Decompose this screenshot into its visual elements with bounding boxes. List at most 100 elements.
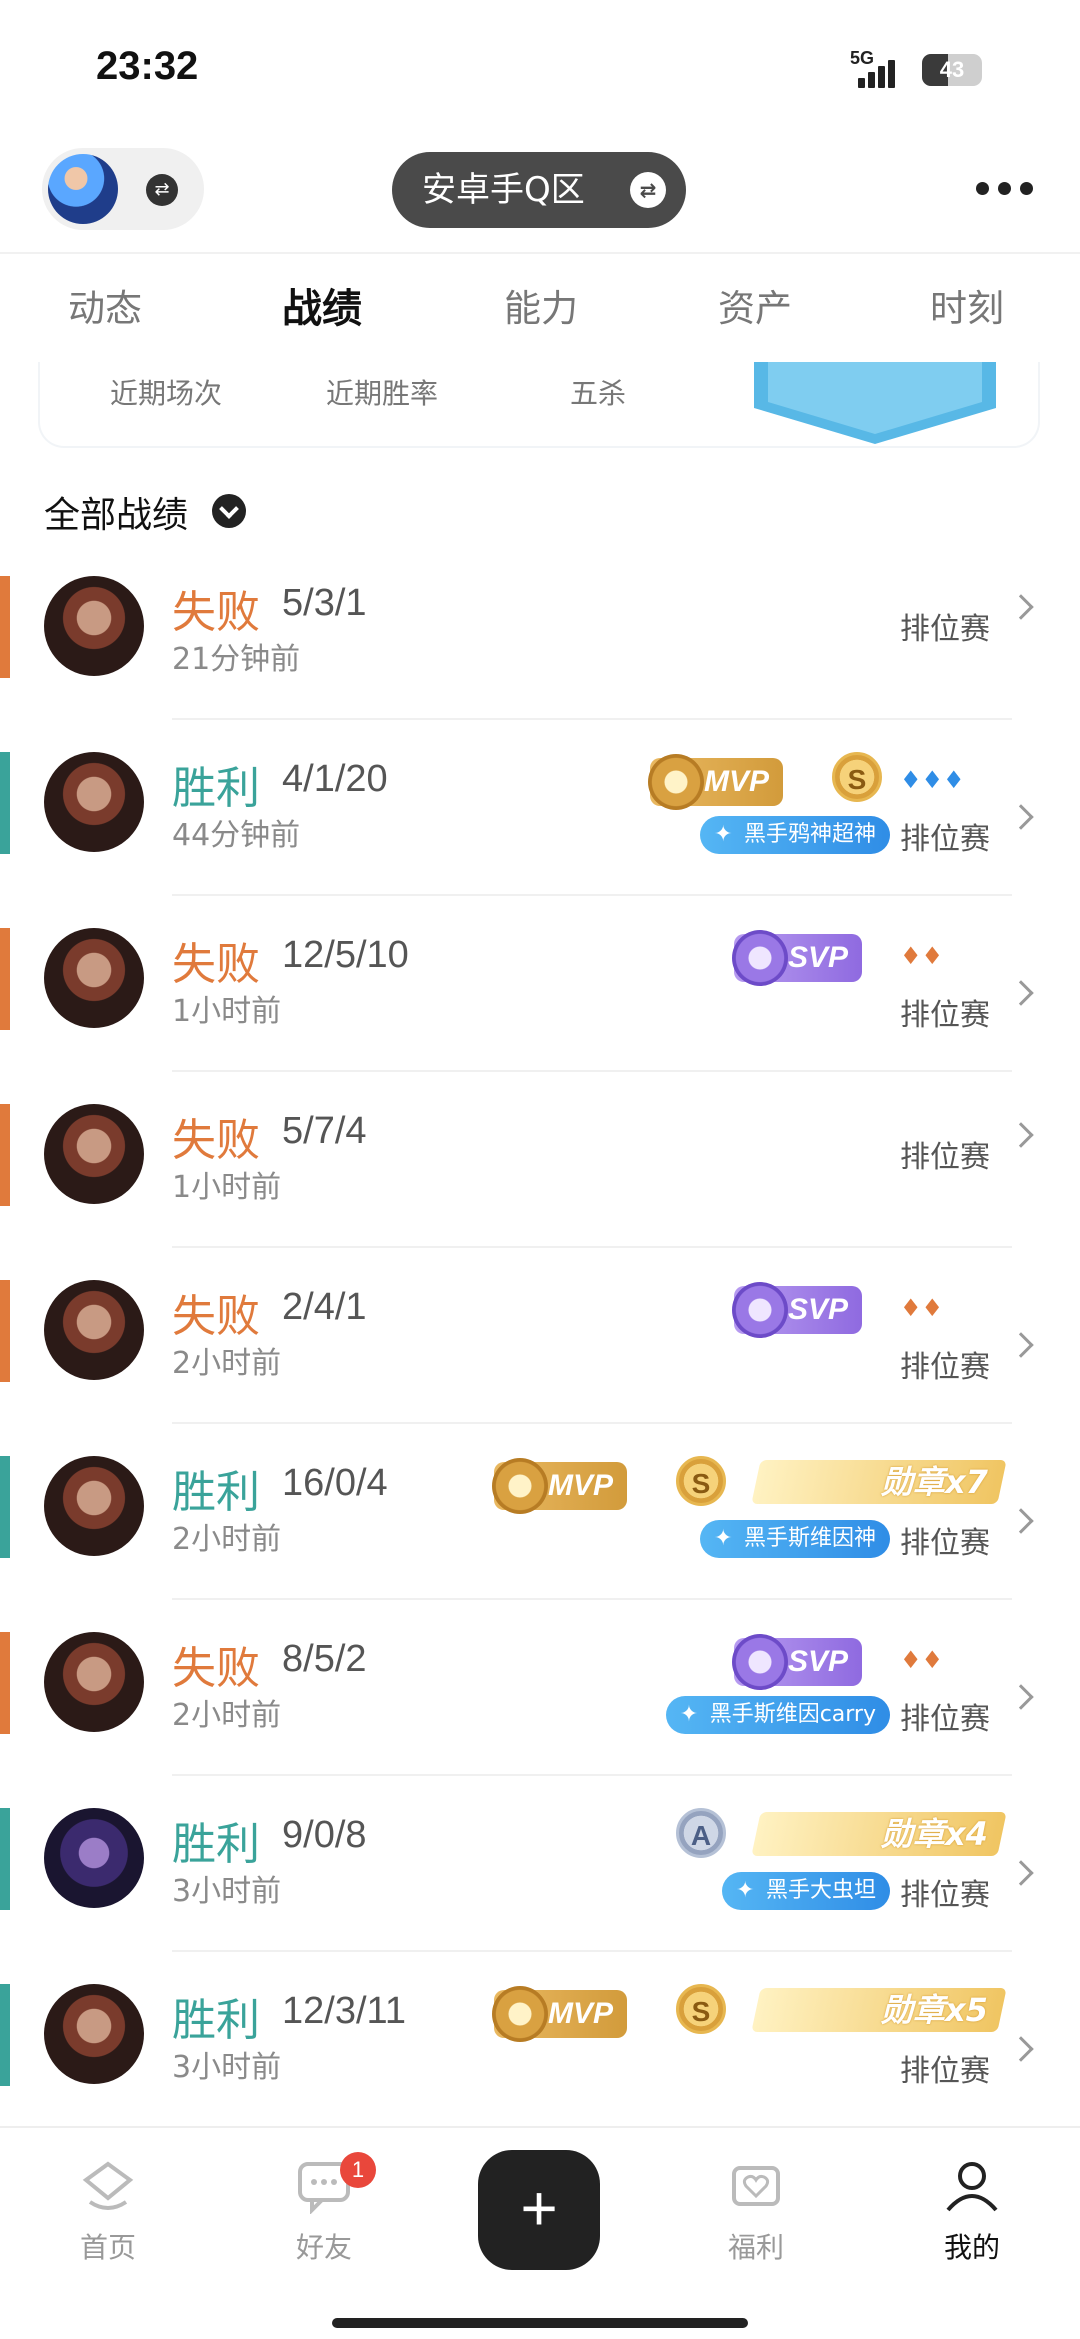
avatar[interactable]: [48, 154, 118, 224]
hero-title-tag[interactable]: ✦ 黑手鸦神超神: [699, 816, 890, 854]
chevron-right-icon: [1008, 804, 1034, 830]
bottom-nav: 首页 好友 1 + 福利 我的: [0, 2126, 1080, 2339]
row-divider: [172, 1774, 1012, 1776]
hero-avatar: [44, 576, 144, 676]
filter-label: 全部战绩: [44, 495, 189, 536]
match-row[interactable]: 失败 8/5/2 2小时前 排位赛 ♦♦ SVP ✦ 黑手斯维因carry: [0, 1632, 1080, 1808]
match-row[interactable]: 胜利 9/0/8 3小时前 排位赛 勋章x4 A ✦ 黑手大虫坦: [0, 1808, 1080, 1984]
achievement-icons: ♦♦♦: [900, 766, 965, 794]
nav-me[interactable]: 我的: [912, 2158, 1032, 2266]
medal-badge: 勋章x4: [751, 1812, 1007, 1856]
server-switcher[interactable]: 安卓手Q区 ⇄: [392, 152, 686, 228]
match-result: 失败: [172, 587, 260, 638]
tag-text: 黑手鸦神超神: [743, 822, 876, 847]
mvp-badge: MVP: [492, 1458, 628, 1514]
result-indicator: [0, 1280, 10, 1382]
more-icon[interactable]: [976, 182, 1036, 198]
match-result: 失败: [172, 1291, 260, 1342]
tab-ability[interactable]: 能力: [504, 278, 578, 332]
hero-avatar: [44, 1456, 144, 1556]
match-kda: 16/0/4: [282, 1462, 388, 1504]
tab-assets[interactable]: 资产: [718, 278, 792, 332]
chevron-right-icon: [1008, 1332, 1034, 1358]
server-label: 安卓手Q区: [422, 170, 585, 210]
match-result: 胜利: [172, 763, 260, 814]
tag-text: 黑手斯维因神: [743, 1526, 876, 1551]
chevron-right-icon: [1008, 980, 1034, 1006]
match-row[interactable]: 失败 12/5/10 1小时前 排位赛 ♦♦ SVP: [0, 928, 1080, 1104]
hero-avatar: [44, 1632, 144, 1732]
home-indicator: [332, 2318, 748, 2328]
sparkle-icon: ✦: [713, 1526, 733, 1551]
hero-avatar: [44, 1808, 144, 1908]
swap-icon: ⇄: [146, 174, 178, 206]
row-divider: [172, 1070, 1012, 1072]
chevron-right-icon: [1008, 1684, 1034, 1710]
achievement-icons: ♦♦: [900, 942, 944, 970]
rating-coin: A: [676, 1808, 726, 1858]
stat-label: 五杀: [570, 377, 627, 410]
match-result: 胜利: [172, 1819, 260, 1870]
hero-title-tag[interactable]: ✦ 黑手斯维因神: [699, 1520, 890, 1558]
nav-label: 我的: [943, 2231, 1000, 2264]
match-row[interactable]: 胜利 16/0/4 2小时前 排位赛 勋章x7 S MVP ✦ 黑手斯维因神: [0, 1456, 1080, 1632]
emblem-icon: [732, 1634, 788, 1690]
match-row[interactable]: 失败 2/4/1 2小时前 排位赛 ♦♦ SVP: [0, 1280, 1080, 1456]
chevron-down-icon: [212, 494, 246, 528]
nav-label: 首页: [79, 2231, 136, 2264]
match-row[interactable]: 失败 5/7/4 1小时前 排位赛: [0, 1104, 1080, 1280]
records-filter[interactable]: 全部战绩: [44, 486, 246, 536]
nav-home[interactable]: 首页: [48, 2158, 168, 2266]
result-indicator: [0, 1984, 10, 2086]
match-kda: 12/5/10: [282, 934, 409, 976]
badge-text: SVP: [788, 1645, 849, 1678]
tab-moments[interactable]: 时刻: [930, 278, 1004, 332]
medal-count: 勋章x5: [881, 1991, 988, 2029]
tab-records[interactable]: 战绩: [282, 276, 362, 334]
match-time: 2小时前: [172, 1698, 282, 1733]
hero-title-tag[interactable]: ✦ 黑手大虫坦: [721, 1872, 890, 1910]
emblem-icon: [492, 1458, 548, 1514]
match-kda: 8/5/2: [282, 1638, 367, 1680]
match-kda: 9/0/8: [282, 1814, 367, 1856]
nav-welfare[interactable]: 福利: [696, 2158, 816, 2266]
match-time: 2小时前: [172, 1522, 282, 1557]
match-time: 3小时前: [172, 1874, 282, 1909]
rating-coin: S: [676, 1984, 726, 2034]
match-mode: 排位赛: [900, 2054, 990, 2089]
medal-badge: 勋章x5: [751, 1988, 1007, 2032]
emblem-icon: [732, 930, 788, 986]
badge-text: SVP: [788, 1293, 849, 1326]
swap-icon: ⇄: [630, 172, 666, 208]
mvp-badge: MVP: [648, 754, 784, 810]
hero-title-tag[interactable]: ✦ 黑手斯维因carry: [665, 1696, 890, 1734]
achievement-icons: ♦♦: [900, 1646, 944, 1674]
clock: 23:32: [96, 44, 199, 88]
badge-text: SVP: [788, 941, 849, 974]
match-kda: 12/3/11: [282, 1990, 406, 2032]
achievement-icons: ♦♦: [900, 1294, 944, 1322]
result-indicator: [0, 576, 10, 678]
account-switcher[interactable]: ⇄: [42, 148, 204, 230]
match-row[interactable]: 胜利 4/1/20 44分钟前 排位赛 ♦♦♦ S MVP ✦ 黑手鸦神超神: [0, 752, 1080, 928]
match-mode: 排位赛: [900, 1878, 990, 1913]
badge-text: MVP: [548, 1997, 614, 2030]
row-divider: [172, 894, 1012, 896]
match-time: 3小时前: [172, 2050, 282, 2085]
nav-label: 福利: [727, 2231, 784, 2264]
emblem-icon: [492, 1986, 548, 2042]
svp-badge: SVP: [732, 1634, 863, 1690]
stat-label: 近期场次: [110, 377, 223, 410]
result-indicator: [0, 928, 10, 1030]
match-row[interactable]: 失败 5/3/1 21分钟前 排位赛: [0, 576, 1080, 752]
emblem-icon: [732, 1282, 788, 1338]
svp-badge: SVP: [732, 1282, 863, 1338]
medal-badge: 勋章x7: [751, 1460, 1007, 1504]
battery-percent: 43: [939, 57, 965, 82]
row-divider: [172, 718, 1012, 720]
row-divider: [172, 1598, 1012, 1600]
tab-feed[interactable]: 动态: [68, 278, 142, 332]
add-button[interactable]: +: [478, 2150, 600, 2270]
result-indicator: [0, 1632, 10, 1734]
hero-avatar: [44, 752, 144, 852]
